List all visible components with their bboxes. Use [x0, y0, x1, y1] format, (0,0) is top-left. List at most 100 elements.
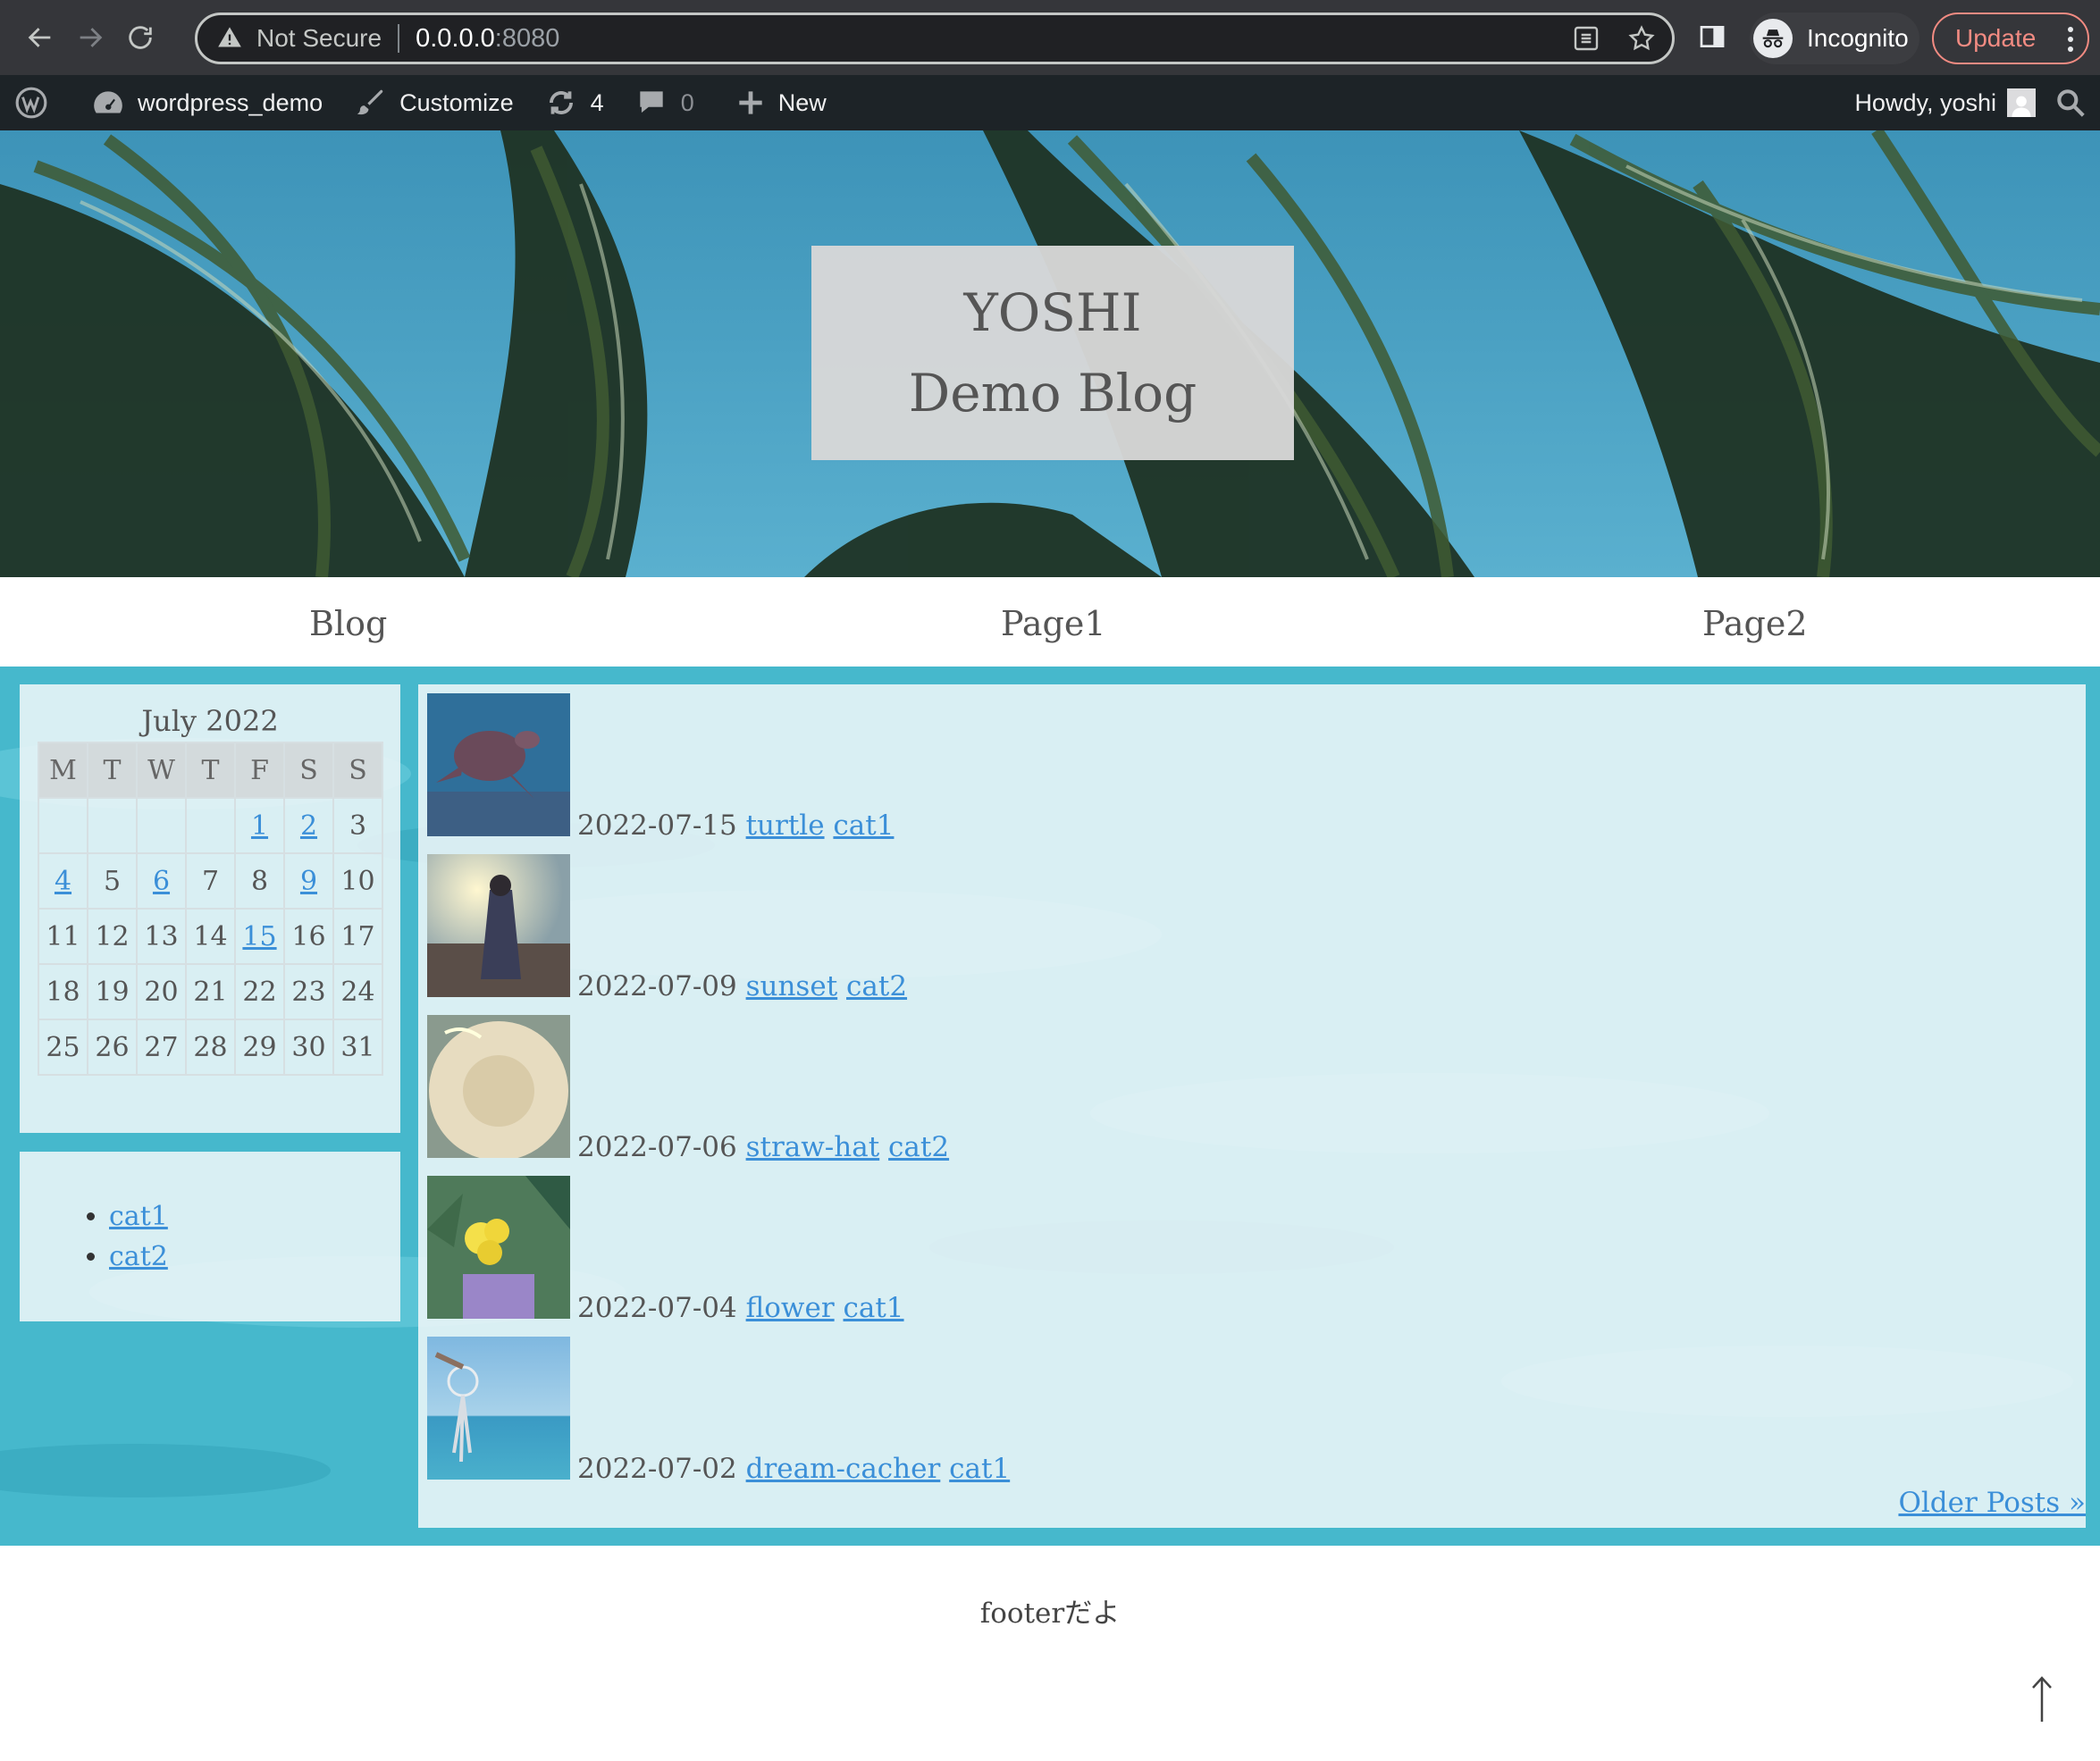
calendar-day-link[interactable]: 15 [242, 921, 276, 952]
back-button[interactable] [16, 13, 64, 62]
calendar-week-row: 4 5 6 7 8 9 10 [38, 852, 383, 910]
calendar-day: 6 [136, 852, 187, 910]
post-category-link[interactable]: cat1 [844, 1292, 904, 1324]
incognito-profile-button[interactable]: Incognito [1750, 13, 1919, 64]
updates-count: 4 [590, 88, 604, 116]
calendar-day: 13 [136, 908, 187, 965]
calendar-weekday: S [283, 742, 334, 799]
footer-text: footerだよ [979, 1597, 1121, 1630]
category-link[interactable]: cat1 [109, 1201, 168, 1232]
howdy-label: Howdy, yoshi [1854, 88, 1996, 116]
arrow-left-icon [28, 28, 51, 47]
post-title-link[interactable]: straw-hat [746, 1131, 880, 1163]
post-meta: 2022-07-09 sunset cat2 [577, 970, 907, 1002]
post-item: 2022-07-15 turtle cat1 [427, 693, 894, 842]
browser-toolbar: Not Secure 0.0.0.0:8080 Incognito Update [0, 0, 2100, 75]
site-title-box[interactable]: YOSHI Demo Blog [811, 246, 1294, 460]
calendar-day-link[interactable]: 9 [300, 866, 317, 897]
calendar-day: 28 [185, 1019, 236, 1076]
calendar-day-link[interactable]: 4 [55, 866, 71, 897]
calendar-day: 26 [87, 1019, 138, 1076]
calendar-day: 24 [332, 963, 383, 1020]
calendar-day: 5 [87, 852, 138, 910]
back-to-top-button[interactable] [2029, 1675, 2055, 1728]
update-label: Update [1955, 24, 2037, 52]
older-posts-link[interactable]: Older Posts » [1898, 1487, 2086, 1519]
calendar-day: 31 [332, 1019, 383, 1076]
calendar-day: 3 [332, 797, 383, 854]
calendar-day [87, 797, 138, 854]
calendar-day-link[interactable]: 6 [153, 866, 170, 897]
site-title-line2: Demo Blog [908, 363, 1197, 423]
address-bar[interactable]: Not Secure 0.0.0.0:8080 [195, 13, 1675, 64]
calendar-day: 25 [38, 1019, 88, 1076]
post-title-link[interactable]: turtle [746, 809, 825, 842]
post-title-link[interactable]: dream-cacher [746, 1453, 941, 1485]
arrow-right-icon [80, 28, 103, 47]
post-title-link[interactable]: flower [746, 1292, 835, 1324]
post-item: 2022-07-06 straw-hat cat2 [427, 1015, 949, 1163]
plus-icon [739, 91, 762, 114]
post-list: 2022-07-15 turtle cat1 2022-07-09 sunset … [418, 684, 2086, 1528]
categories-widget: cat1 cat2 [20, 1152, 400, 1321]
main-content: July 2022 MTWTFSS 1 2 3 4 5 6 7 8 9 10 11 12 13 14 15 1… [0, 667, 2100, 1546]
post-title-link[interactable]: sunset [746, 970, 838, 1002]
calendar-table: MTWTFSS 1 2 3 4 5 6 7 8 9 10 11 12 13 14 15 16 17 18 19 20 2… [38, 742, 383, 1076]
calendar-day: 30 [283, 1019, 334, 1076]
site-footer: footerだよ [0, 1546, 2100, 1761]
post-category-link[interactable]: cat1 [833, 809, 894, 842]
calendar-day-link[interactable]: 1 [251, 810, 268, 842]
not-secure-label[interactable]: Not Secure [256, 24, 382, 53]
new-content-menu[interactable]: New [734, 75, 827, 130]
post-thumbnail[interactable] [427, 854, 570, 997]
post-category-link[interactable]: cat2 [888, 1131, 949, 1163]
post-date: 2022-07-15 [577, 809, 737, 842]
nav-item-page1[interactable]: Page1 [1001, 604, 1106, 643]
calendar-day: 29 [234, 1019, 285, 1076]
post-thumbnail[interactable] [427, 1015, 570, 1158]
calendar-day: 12 [87, 908, 138, 965]
admin-search-button[interactable] [2054, 86, 2087, 120]
post-thumbnail[interactable] [427, 1176, 570, 1319]
calendar-weekday: T [87, 742, 138, 799]
category-item: cat1 [109, 1196, 168, 1237]
post-category-link[interactable]: cat1 [949, 1453, 1010, 1485]
calendar-week-row: 25 26 27 28 29 30 31 [38, 1019, 383, 1076]
new-label: New [777, 88, 827, 116]
update-button[interactable]: Update [1932, 13, 2089, 64]
side-panel-button[interactable] [1698, 22, 1726, 55]
calendar-day: 14 [185, 908, 236, 965]
post-meta: 2022-07-06 straw-hat cat2 [577, 1131, 949, 1163]
wordpress-logo-button[interactable] [14, 75, 48, 130]
site-name-menu[interactable]: wordpress_demo [91, 75, 323, 130]
calendar-weekday: W [136, 742, 187, 799]
url-host: 0.0.0.0 [416, 23, 495, 53]
customize-link[interactable]: Customize [353, 75, 514, 130]
more-vertical-icon[interactable] [2068, 27, 2073, 56]
post-meta: 2022-07-04 flower cat1 [577, 1292, 904, 1324]
comments-link[interactable]: 0 [634, 75, 694, 130]
warning-icon [217, 25, 244, 52]
category-link[interactable]: cat2 [109, 1241, 168, 1272]
nav-item-page2[interactable]: Page2 [1702, 604, 1808, 643]
post-date: 2022-07-09 [577, 970, 737, 1002]
calendar-day: 22 [234, 963, 285, 1020]
bookmark-star-icon[interactable] [1627, 24, 1656, 57]
my-account-menu[interactable]: Howdy, yoshi [1854, 75, 2036, 130]
calendar-day: 23 [283, 963, 334, 1020]
updates-link[interactable]: 4 [544, 75, 604, 130]
post-thumbnail[interactable] [427, 693, 570, 836]
post-item: 2022-07-04 flower cat1 [427, 1176, 904, 1324]
forward-button[interactable] [66, 13, 114, 62]
calendar-weekday: F [234, 742, 285, 799]
calendar-day-link[interactable]: 2 [300, 810, 317, 842]
user-avatar [2007, 88, 2036, 117]
address-separator [398, 24, 400, 53]
nav-item-blog[interactable]: Blog [309, 604, 387, 643]
install-app-icon[interactable] [1572, 24, 1600, 57]
post-category-link[interactable]: cat2 [846, 970, 907, 1002]
post-thumbnail[interactable] [427, 1337, 570, 1480]
incognito-icon [1753, 19, 1793, 58]
customize-label: Customize [399, 88, 514, 116]
reload-button[interactable] [116, 13, 164, 62]
